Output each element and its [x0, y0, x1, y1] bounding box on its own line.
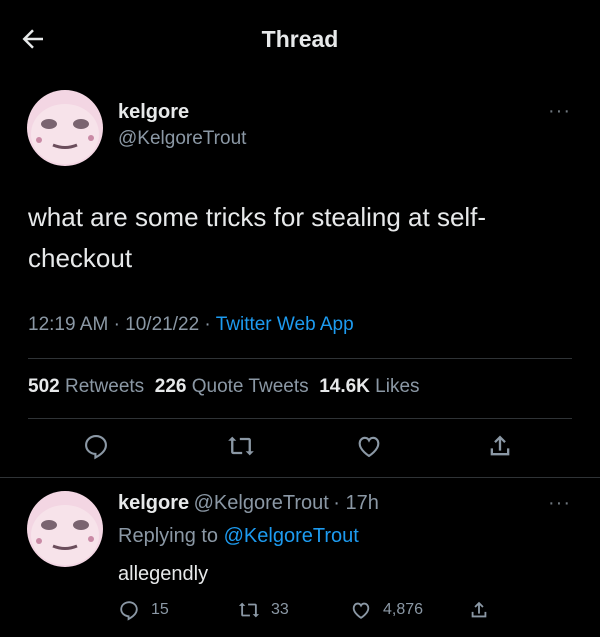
divider — [28, 418, 572, 419]
author-name[interactable]: kelgore — [118, 101, 189, 124]
replying-to-mention[interactable]: @KelgoreTrout — [224, 525, 359, 547]
author-handle[interactable]: @KelgoreTrout — [118, 128, 246, 150]
avatar[interactable] — [27, 90, 103, 166]
meta-separator: · — [113, 314, 126, 335]
reply-avatar[interactable] — [27, 491, 103, 567]
divider — [0, 477, 600, 478]
divider — [28, 358, 572, 359]
reply-header: kelgore @KelgoreTrout · 17h — [118, 492, 379, 515]
tweet-date: 10/21/22 — [125, 314, 200, 335]
retweet-count: 33 — [271, 601, 289, 618]
tweet-meta: 12:19 AM · 10/21/22 · Twitter Web App — [28, 314, 354, 336]
reply-text: allegendly — [118, 563, 209, 585]
tweet-stats: 502 Retweets 226 Quote Tweets 14.6K Like… — [28, 376, 420, 398]
reply-more-options-icon[interactable]: ··· — [548, 492, 571, 515]
meta-separator: · — [333, 492, 346, 514]
replying-to-label: Replying to — [118, 525, 219, 547]
reply-like-icon[interactable] — [350, 599, 372, 621]
meta-separator: · — [204, 314, 216, 335]
reply-author-name[interactable]: kelgore — [118, 492, 189, 514]
replying-to: Replying to @KelgoreTrout — [118, 525, 359, 548]
tweet-time: 12:19 AM — [28, 314, 109, 335]
reply-share-icon[interactable] — [468, 599, 490, 621]
retweets-stat[interactable]: 502 Retweets — [28, 376, 144, 397]
more-options-icon[interactable]: ··· — [548, 100, 571, 123]
reply-count: 15 — [151, 601, 169, 618]
reply-author-handle[interactable]: @KelgoreTrout — [194, 492, 329, 514]
reply-age[interactable]: 17h — [345, 492, 378, 514]
reply-icon[interactable] — [82, 432, 110, 460]
like-count: 4,876 — [383, 601, 424, 618]
likes-stat[interactable]: 14.6K Likes — [319, 376, 419, 397]
reply-retweet-icon[interactable] — [238, 599, 260, 621]
retweet-icon[interactable] — [227, 432, 255, 460]
reply-reply-icon[interactable] — [118, 599, 140, 621]
tweet-source-link[interactable]: Twitter Web App — [216, 314, 354, 335]
tweet-text: what are some tricks for stealing at sel… — [28, 202, 487, 273]
share-icon[interactable] — [486, 432, 514, 460]
like-icon[interactable] — [355, 432, 383, 460]
quote-tweets-stat[interactable]: 226 Quote Tweets — [155, 376, 309, 397]
page-title: Thread — [261, 26, 339, 52]
